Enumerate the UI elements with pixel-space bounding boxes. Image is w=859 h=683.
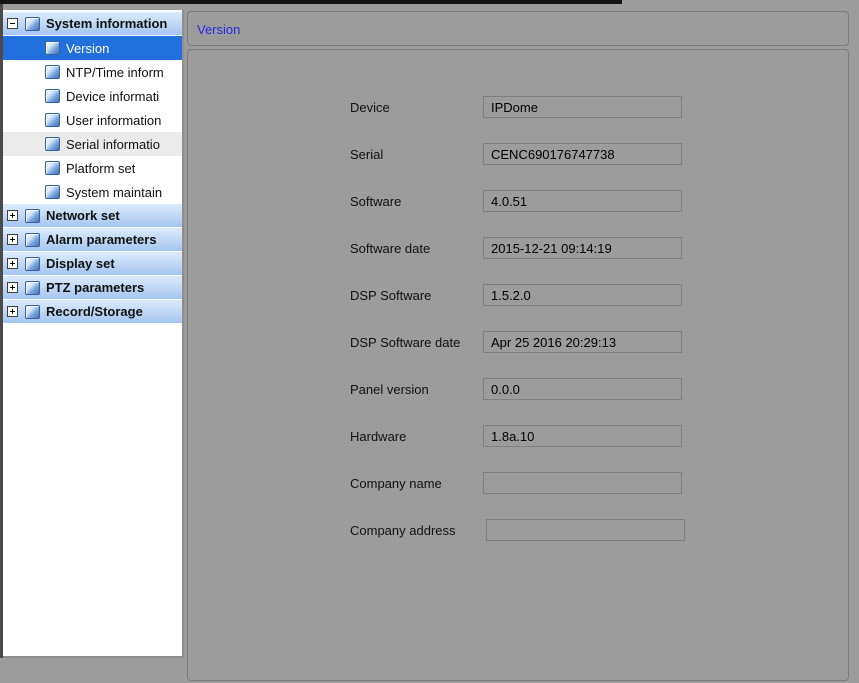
software-date-field[interactable] [483,237,682,259]
software-field[interactable] [483,190,682,212]
device-category-icon [25,233,40,247]
sidebar-item-label: NTP/Time inform [66,65,164,80]
panel-version-label: Panel version [350,382,483,397]
sidebar-item-network-set[interactable]: Network set [3,204,182,228]
sidebar-item-label: System information [46,16,167,31]
form-row-software: Software [350,190,848,212]
sidebar-item-user-information[interactable]: User information [3,108,182,132]
version-tab-header: Version [187,11,849,46]
device-label: Device [350,100,483,115]
sidebar-item-system-maintain[interactable]: System maintain [3,180,182,204]
dsp-software-date-field[interactable] [483,331,682,353]
device-category-icon [45,185,60,199]
device-category-icon [25,17,40,31]
sidebar-item-label: Version [66,41,109,56]
sidebar-item-label: Network set [46,208,120,223]
sidebar-item-serial-information[interactable]: Serial informatio [3,132,182,156]
sidebar-item-system-information[interactable]: System information [3,12,182,36]
hardware-field[interactable] [483,425,682,447]
form-row-dsp-software-date: DSP Software date [350,331,848,353]
form-row-software-date: Software date [350,237,848,259]
dsp-software-field[interactable] [483,284,682,306]
company-address-label: Company address [350,523,483,538]
plus-box-icon[interactable] [7,282,18,293]
device-category-icon [45,41,60,55]
sidebar-item-label: Alarm parameters [46,232,157,247]
sidebar-item-label: PTZ parameters [46,280,144,295]
sidebar-item-ptz-parameters[interactable]: PTZ parameters [3,276,182,300]
top-border-strip [0,0,622,4]
software-date-label: Software date [350,241,483,256]
device-category-icon [25,209,40,223]
settings-nav-tree: System information Version NTP/Time info… [3,10,184,658]
device-category-icon [45,113,60,127]
form-row-device: Device [350,96,848,118]
sidebar-item-label: User information [66,113,161,128]
sidebar-item-record-storage[interactable]: Record/Storage [3,300,182,324]
serial-label: Serial [350,147,483,162]
sidebar-item-label: Device informati [66,89,159,104]
plus-box-icon[interactable] [7,306,18,317]
sidebar-item-ntp-time-information[interactable]: NTP/Time inform [3,60,182,84]
sidebar-item-label: Serial informatio [66,137,160,152]
serial-field[interactable] [483,143,682,165]
sidebar-item-label: Display set [46,256,115,271]
device-category-icon [45,89,60,103]
device-category-icon [45,65,60,79]
device-category-icon [25,257,40,271]
form-row-dsp-software: DSP Software [350,284,848,306]
software-label: Software [350,194,483,209]
form-row-company-name: Company name [350,472,848,494]
device-category-icon [25,281,40,295]
device-field[interactable] [483,96,682,118]
panel-version-field[interactable] [483,378,682,400]
sidebar-item-version[interactable]: Version [3,36,182,60]
device-category-icon [25,305,40,319]
sidebar-item-platform-set[interactable]: Platform set [3,156,182,180]
sidebar-item-label: Record/Storage [46,304,143,319]
company-name-field[interactable] [483,472,682,494]
form-row-company-address: Company address [350,519,848,541]
form-row-hardware: Hardware [350,425,848,447]
dsp-software-label: DSP Software [350,288,483,303]
dsp-software-date-label: DSP Software date [350,335,483,350]
device-category-icon [45,161,60,175]
sidebar-item-display-set[interactable]: Display set [3,252,182,276]
company-address-field[interactable] [486,519,685,541]
sidebar-item-label: Platform set [66,161,135,176]
plus-box-icon[interactable] [7,234,18,245]
tab-label-version[interactable]: Version [197,22,240,37]
form-row-panel-version: Panel version [350,378,848,400]
sidebar-item-device-information[interactable]: Device informati [3,84,182,108]
form-row-serial: Serial [350,143,848,165]
plus-box-icon[interactable] [7,210,18,221]
device-category-icon [45,137,60,151]
company-name-label: Company name [350,476,483,491]
minus-box-icon[interactable] [7,18,18,29]
plus-box-icon[interactable] [7,258,18,269]
sidebar-item-label: System maintain [66,185,162,200]
version-form: Device Serial Software Software date DSP… [188,50,848,541]
version-panel: Device Serial Software Software date DSP… [187,49,849,681]
sidebar-item-alarm-parameters[interactable]: Alarm parameters [3,228,182,252]
hardware-label: Hardware [350,429,483,444]
